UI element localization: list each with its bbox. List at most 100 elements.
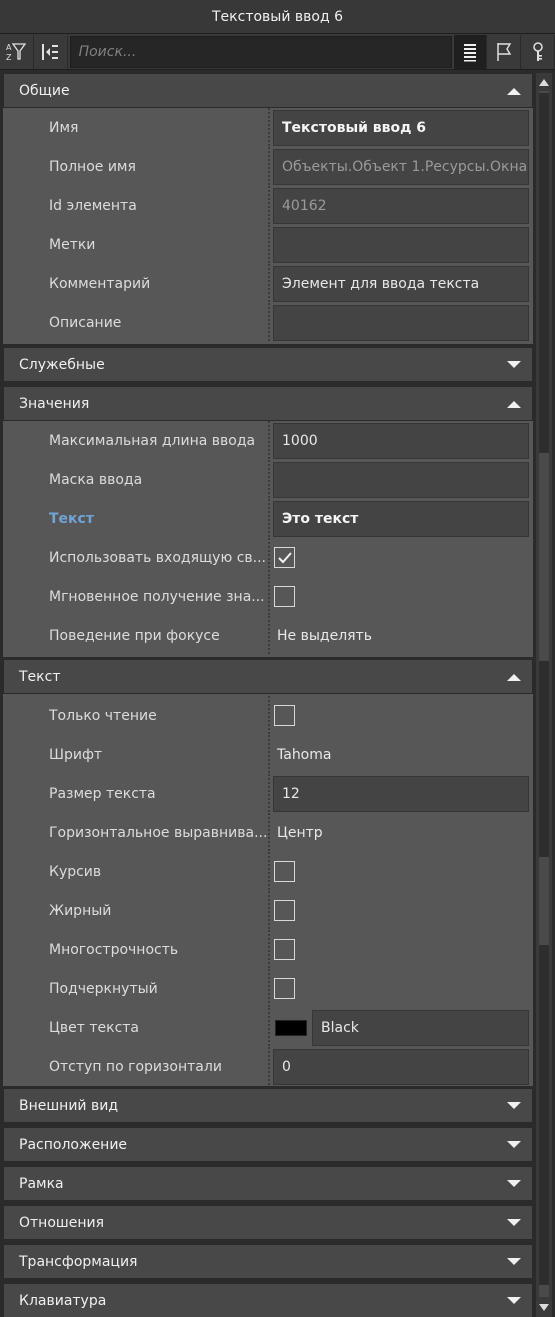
- sort-filter-button[interactable]: A Z: [0, 34, 34, 69]
- property-panel: Общие Имя Текстовый ввод 6 Полное имя Об…: [3, 73, 534, 1317]
- chevron-down-icon: [507, 1102, 521, 1109]
- column-divider: [268, 225, 270, 264]
- property-label-underline: Подчеркнутый: [49, 980, 158, 997]
- id-field[interactable]: 40162: [273, 188, 529, 224]
- name-field[interactable]: Текстовый ввод 6: [273, 110, 529, 146]
- readonly-checkbox[interactable]: [274, 705, 295, 726]
- column-divider: [268, 774, 270, 813]
- color-swatch[interactable]: [275, 1020, 307, 1036]
- property-label-focus: Поведение при фокусе: [49, 627, 220, 644]
- scroll-track[interactable]: [539, 91, 549, 1297]
- section-keyboard-header[interactable]: Клавиатура: [3, 1283, 533, 1317]
- column-divider: [268, 1008, 270, 1047]
- section-general-title: Общие: [19, 82, 70, 99]
- underline-checkbox[interactable]: [274, 978, 295, 999]
- section-general-header[interactable]: Общие: [3, 73, 533, 108]
- chevron-down-icon: [507, 1297, 521, 1304]
- svg-text:Z: Z: [6, 53, 12, 62]
- key-button[interactable]: [521, 34, 555, 69]
- property-label-description: Описание: [49, 314, 122, 331]
- flag-button[interactable]: [487, 34, 522, 69]
- column-divider: [268, 1047, 270, 1086]
- scroll-thumb[interactable]: [539, 93, 549, 453]
- comment-field[interactable]: Элемент для ввода текста: [273, 266, 529, 302]
- window-title: Текстовый ввод 6: [0, 0, 555, 34]
- mask-field[interactable]: [273, 462, 529, 498]
- section-appearance-header[interactable]: Внешний вид: [3, 1088, 533, 1123]
- size-field[interactable]: 12: [273, 776, 529, 812]
- sort-filter-icon: A Z: [6, 43, 27, 62]
- section-transform-header[interactable]: Трансформация: [3, 1244, 533, 1279]
- full-name-field[interactable]: Объекты.Объект 1.Ресурсы.Окна.Ок: [273, 149, 529, 185]
- property-row: Мгновенное получение зна...: [3, 577, 533, 616]
- list-view-button[interactable]: [453, 34, 488, 69]
- column-divider: [268, 538, 270, 577]
- column-divider: [268, 577, 270, 616]
- collapse-icon: [42, 43, 59, 60]
- bold-checkbox[interactable]: [274, 900, 295, 921]
- chevron-down-icon: [507, 1180, 521, 1187]
- font-value[interactable]: Tahoma: [277, 735, 331, 774]
- property-row: Курсив: [3, 852, 533, 891]
- property-label-mask: Маска ввода: [49, 471, 143, 488]
- max-length-field[interactable]: 1000: [273, 423, 529, 459]
- section-text-header[interactable]: Текст: [3, 659, 533, 694]
- property-row: Метки: [3, 225, 533, 264]
- property-label-size: Размер текста: [49, 785, 156, 802]
- section-relations-header[interactable]: Отношения: [3, 1205, 533, 1240]
- focus-value[interactable]: Не выделять: [277, 616, 372, 655]
- chevron-up-icon: [507, 674, 521, 681]
- section-position-header[interactable]: Расположение: [3, 1127, 533, 1162]
- column-divider: [268, 303, 270, 342]
- section-frame-title: Рамка: [19, 1175, 64, 1192]
- property-label-text: Текст: [49, 510, 94, 527]
- column-divider: [268, 930, 270, 969]
- section-appearance-title: Внешний вид: [19, 1097, 119, 1114]
- italic-checkbox[interactable]: [274, 861, 295, 882]
- section-transform-title: Трансформация: [19, 1253, 138, 1270]
- property-label-hpad: Отступ по горизонтали: [49, 1058, 222, 1075]
- section-frame-header[interactable]: Рамка: [3, 1166, 533, 1201]
- section-values-header[interactable]: Значения: [3, 386, 533, 421]
- tags-field[interactable]: [273, 227, 529, 263]
- chevron-down-icon: [507, 1219, 521, 1226]
- property-label-name: Имя: [49, 119, 79, 136]
- use-incoming-checkbox[interactable]: [274, 547, 295, 568]
- property-row: Имя Текстовый ввод 6: [3, 108, 533, 147]
- text-field[interactable]: Это текст: [273, 501, 529, 537]
- section-general-body: Имя Текстовый ввод 6 Полное имя Объекты.…: [3, 108, 533, 344]
- column-divider: [268, 460, 270, 499]
- column-divider: [268, 616, 270, 655]
- property-row: Размер текста 12: [3, 774, 533, 813]
- column-divider: [268, 813, 270, 852]
- search-input[interactable]: [69, 35, 452, 68]
- column-divider: [268, 696, 270, 735]
- scroll-down-icon[interactable]: [538, 1303, 550, 1313]
- column-divider: [268, 264, 270, 303]
- section-service-header[interactable]: Служебные: [3, 347, 533, 382]
- column-divider: [268, 499, 270, 538]
- property-row: Только чтение: [3, 696, 533, 735]
- chevron-up-icon: [507, 88, 521, 95]
- list-view-icon: [463, 43, 476, 61]
- property-label-color: Цвет текста: [49, 1019, 139, 1036]
- property-label-full-name: Полное имя: [49, 158, 136, 175]
- vertical-scrollbar[interactable]: [536, 73, 552, 1317]
- property-row: Маска ввода: [3, 460, 533, 499]
- collapse-button[interactable]: [33, 34, 68, 69]
- hpad-field[interactable]: 0: [273, 1049, 529, 1085]
- property-row: Жирный: [3, 891, 533, 930]
- scroll-thumb[interactable]: [539, 661, 549, 857]
- scroll-thumb[interactable]: [539, 945, 549, 1285]
- property-row: Максимальная длина ввода 1000: [3, 421, 533, 460]
- property-label-readonly: Только чтение: [49, 707, 157, 724]
- instant-checkbox[interactable]: [274, 586, 295, 607]
- column-divider: [268, 891, 270, 930]
- multiline-checkbox[interactable]: [274, 939, 295, 960]
- halign-value[interactable]: Центр: [277, 813, 323, 852]
- scroll-up-icon[interactable]: [538, 77, 550, 87]
- description-field[interactable]: [273, 305, 529, 341]
- section-values-title: Значения: [19, 395, 90, 412]
- property-label-italic: Курсив: [49, 863, 102, 880]
- color-field[interactable]: Black: [312, 1010, 529, 1046]
